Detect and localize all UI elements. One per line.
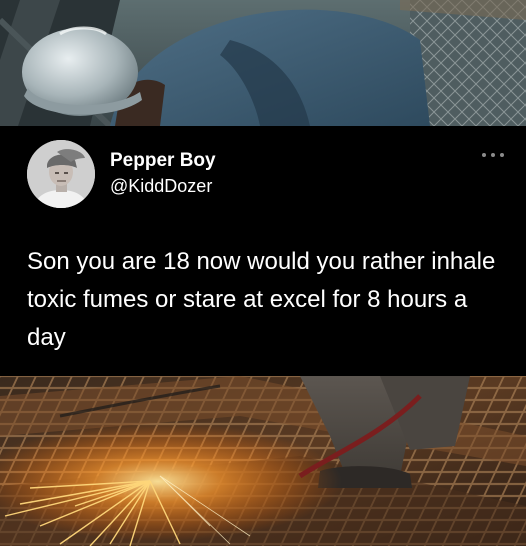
more-dot: [491, 153, 495, 157]
profile-avatar[interactable]: [27, 140, 95, 208]
sparks-photo: [0, 376, 526, 546]
more-dot: [500, 153, 504, 157]
more-horizontal-icon[interactable]: [482, 150, 504, 160]
avatar-photo: [27, 140, 95, 208]
worker-photo-graphic: [0, 0, 526, 126]
worker-photo: [0, 0, 526, 126]
sparks-photo-graphic: [0, 376, 526, 546]
meme-image: Pepper Boy @KiddDozer Son you are 18 now…: [0, 0, 526, 546]
user-handle[interactable]: @KiddDozer: [110, 176, 212, 197]
tweet-card: Pepper Boy @KiddDozer Son you are 18 now…: [0, 126, 526, 376]
tweet-text: Son you are 18 now would you rather inha…: [27, 248, 496, 351]
more-dot: [482, 153, 486, 157]
display-name[interactable]: Pepper Boy: [110, 150, 216, 172]
